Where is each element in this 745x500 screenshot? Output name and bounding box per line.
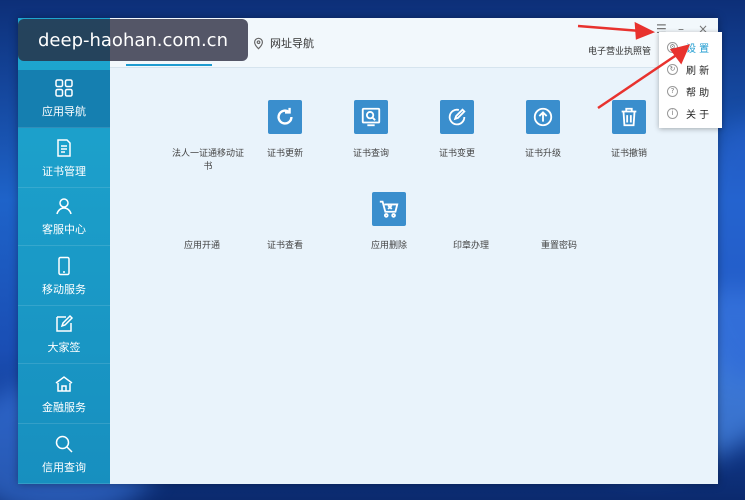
menu-item-label: 刷 新 [686,65,710,77]
sidebar-item-label: 信用查询 [42,461,86,474]
edit-circle-icon [448,108,466,126]
sidebar-item-credit-query[interactable]: 信用查询 [18,426,110,484]
search-icon [55,435,73,453]
menu-item-label: 关 于 [686,109,710,121]
app-grid: 法人一证通移动证书 证书更新 证书查询 证书变更 证书升级 证书撤销 应用开通 … [110,68,718,484]
sidebar-item-finance[interactable]: 金融服务 [18,366,110,424]
app-label: 证书变更 [438,149,475,159]
settings-dropdown-menu: ⚙ 设 置 ↻ 刷 新 ? 帮 助 i 关 于 [659,32,722,128]
sidebar-item-label: 大家签 [47,341,81,354]
location-pin-icon [254,37,263,50]
cert-update-button[interactable] [268,100,302,134]
sidebar-item-cert-manage[interactable]: 证书管理 [18,130,110,188]
app-label: 证书查询 [352,149,389,159]
sidebar-item-mobile-service[interactable]: 移动服务 [18,248,110,306]
phone-icon [58,256,70,276]
cart-delete-icon [379,200,399,218]
sidebar-item-label: 移动服务 [42,283,86,296]
app-label: 应用删除 [370,241,407,251]
menu-item-refresh[interactable]: ↻ 刷 新 [659,58,722,80]
cert-change-button[interactable] [440,100,474,134]
app-delete-button[interactable] [372,192,406,226]
bank-icon [55,376,73,392]
menu-item-about[interactable]: i 关 于 [659,102,722,124]
document-icon [57,139,71,157]
sidebar-item-label: 客服中心 [42,223,86,236]
grid-icon [55,79,73,97]
app-window: 应用导航 证书管理 客服中心 移动服务 大家签 金融服务 信用查询 网址导航 电… [18,18,718,484]
tab-label: 网址导航 [270,37,314,50]
menu-item-settings[interactable]: ⚙ 设 置 [659,36,722,58]
app-label[interactable]: 印章办理 [431,240,511,253]
menu-item-label: 帮 助 [686,87,710,99]
app-label[interactable]: 应用开通 [162,240,242,253]
app-label[interactable]: 证书查看 [245,240,325,253]
app-label[interactable]: 法人一证通移动证书 [168,148,248,174]
settings-icon: ⚙ [667,41,678,53]
cert-upgrade-button[interactable] [526,100,560,134]
menu-item-label: 设 置 [686,43,710,55]
app-label[interactable]: 重置密码 [519,240,599,253]
edit-icon [56,314,74,332]
refresh-icon [277,107,293,125]
app-label: 证书升级 [524,149,561,159]
sidebar-item-label: 应用导航 [42,105,86,118]
sidebar-item-label: 金融服务 [42,401,86,414]
sidebar: 应用导航 证书管理 客服中心 移动服务 大家签 金融服务 信用查询 [18,18,110,484]
sidebar-item-dajiaqian[interactable]: 大家签 [18,306,110,364]
info-icon: i [667,107,678,119]
active-tab-indicator [126,64,212,66]
menu-item-help[interactable]: ? 帮 助 [659,80,722,102]
app-label: 证书撤销 [610,149,647,159]
cert-revoke-button[interactable] [612,100,646,134]
cert-query-button[interactable] [354,100,388,134]
search-doc-icon [361,107,381,127]
trash-icon [621,107,637,127]
sidebar-item-app-nav[interactable]: 应用导航 [18,70,110,128]
help-icon: ? [667,85,678,97]
sidebar-item-label: 证书管理 [42,165,86,178]
upgrade-icon [533,107,553,127]
business-license-link[interactable]: 电子营业执照管 [588,44,651,57]
sidebar-item-service-center[interactable]: 客服中心 [18,188,110,246]
app-label: 证书更新 [266,149,303,159]
tab-url-nav[interactable]: 网址导航 [252,18,314,68]
user-icon [56,198,72,215]
refresh-icon: ↻ [667,63,678,75]
watermark-text: deep-haohan.com.cn [18,19,248,61]
